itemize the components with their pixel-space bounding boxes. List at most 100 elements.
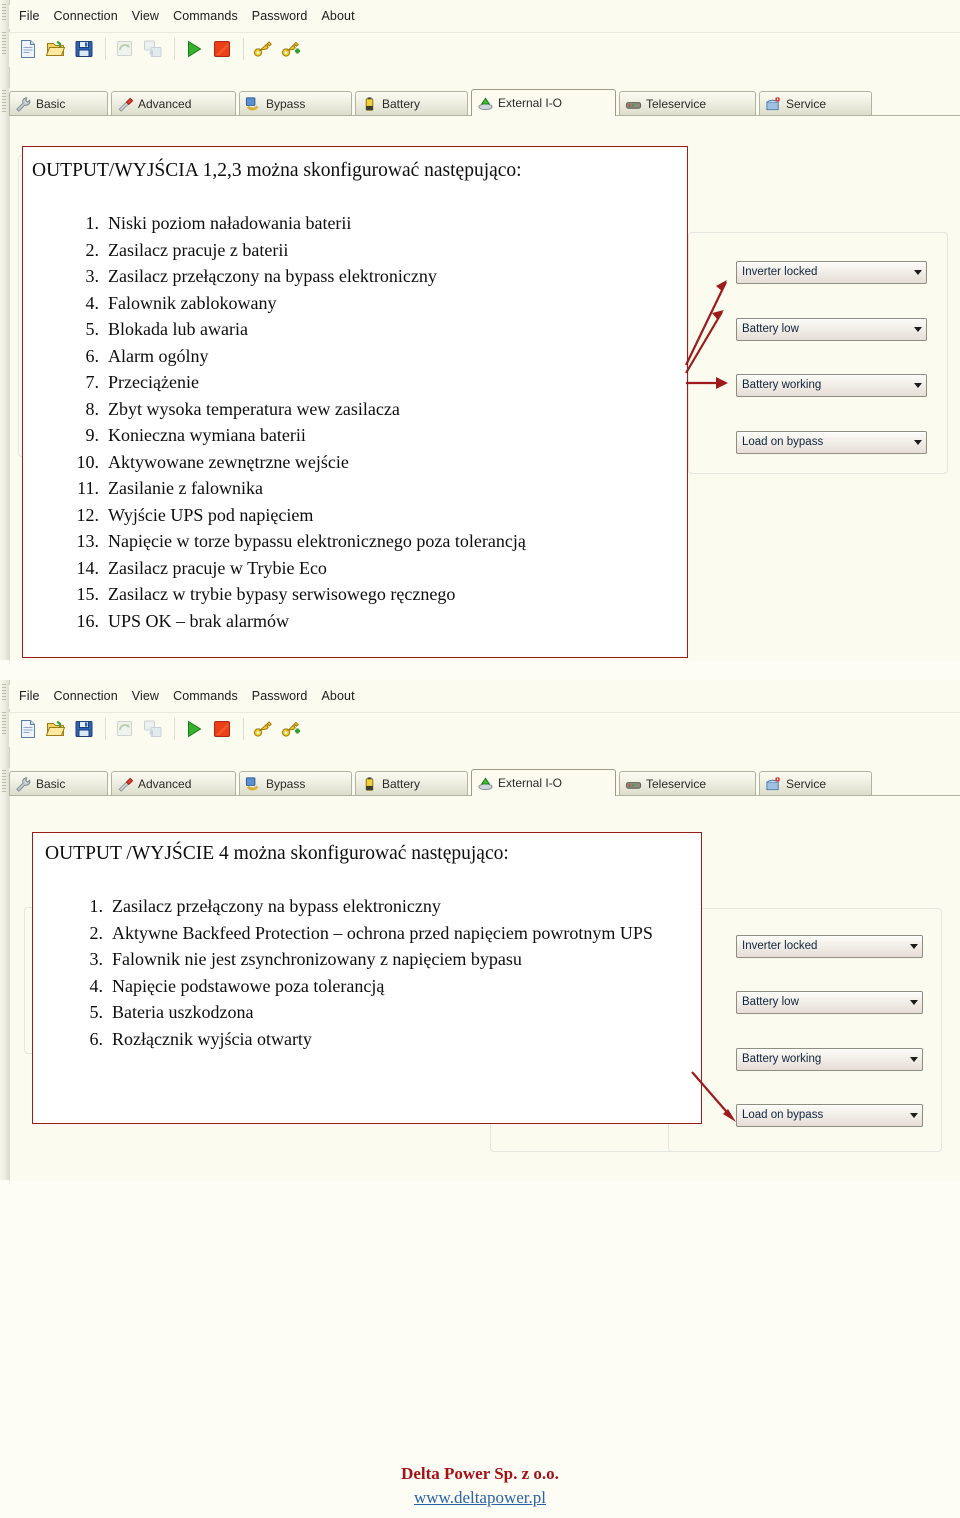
list-text: Zasilacz pracuje w Trybie Eco [108, 557, 327, 578]
toolbar-grip[interactable] [2, 712, 6, 734]
list-text: Rozłącznik wyjścia otwarty [112, 1028, 312, 1049]
tab-bypass[interactable]: Bypass [239, 91, 352, 116]
open-folder-icon [46, 40, 66, 56]
open-folder-button[interactable] [43, 716, 69, 742]
chevron-down-icon[interactable] [914, 440, 922, 445]
stop-button[interactable] [209, 716, 235, 742]
tab-basic[interactable]: Basic [9, 91, 108, 116]
save-disk-icon [75, 721, 93, 737]
output3-combo[interactable]: Battery working [736, 1048, 923, 1071]
output4-combo-value: Load on bypass [742, 436, 824, 448]
list-text: Zbyt wysoka temperatura wew zasilacza [108, 398, 400, 419]
output3-combo[interactable]: Battery working [736, 374, 927, 397]
list-number: 12. [76, 504, 100, 525]
chevron-down-icon[interactable] [910, 1113, 918, 1118]
chevron-down-icon[interactable] [910, 1057, 918, 1062]
save-button[interactable] [71, 36, 97, 62]
menu-item-about[interactable]: About [314, 685, 361, 707]
open-folder-button[interactable] [43, 36, 69, 62]
output1-combo[interactable]: Inverter locked [736, 935, 923, 958]
list-text: Zasilanie z falownika [108, 478, 263, 498]
password-key-button[interactable] [250, 36, 276, 62]
password-key-button[interactable] [250, 716, 276, 742]
tab-external-io[interactable]: External I-O [471, 769, 616, 796]
stop-icon [214, 41, 230, 57]
stop-button[interactable] [209, 36, 235, 62]
menu-item-password[interactable]: Password [245, 685, 315, 707]
menu-item-view[interactable]: View [125, 5, 166, 27]
start-button[interactable] [181, 36, 207, 62]
key-add-icon [281, 41, 300, 57]
chevron-down-icon[interactable] [914, 383, 922, 388]
menubar-grip[interactable] [2, 684, 6, 700]
list-text: Falownik zablokowany [108, 292, 277, 313]
chevron-down-icon[interactable] [910, 944, 918, 949]
list-text: Aktywne Backfeed Protection – ochrona pr… [112, 922, 653, 943]
list-item: 4. Falownik zablokowany [68, 290, 526, 317]
section2-list: 1. Zasilacz przełączony na bypass elektro… [72, 893, 672, 1052]
menu-item-file[interactable]: File [12, 685, 47, 707]
output2-combo[interactable]: Battery low [736, 318, 927, 341]
new-document-button[interactable] [15, 36, 41, 62]
tab-external-io[interactable]: External I-O [471, 89, 616, 116]
tab-teleservice[interactable]: Teleservice [619, 771, 756, 796]
tab-teleservice[interactable]: Teleservice [619, 91, 756, 116]
list-item: 13. Napięcie w torze bypassu elektroniczn… [68, 528, 526, 555]
tab-service[interactable]: Service [759, 771, 872, 796]
tab-advanced[interactable]: Advanced [111, 771, 236, 796]
transfer-disabled-icon [144, 40, 162, 57]
tabstrip: Basic Advanced Bypass Battery External I… [9, 88, 960, 116]
list-number: 6. [89, 1028, 104, 1049]
output1-combo[interactable]: Inverter locked [736, 261, 927, 284]
list-item: 8. Zbyt wysoka temperatura wew zasilacza [68, 396, 526, 423]
list-text: Wyjście UPS pod napięciem [108, 504, 314, 525]
chevron-down-icon[interactable] [914, 327, 922, 332]
chevron-down-icon[interactable] [914, 270, 922, 275]
section1-list: 1. Niski poziom naładowania baterii 2. Zas… [68, 210, 526, 634]
start-button[interactable] [181, 716, 207, 742]
list-item: 9. Konieczna wymiana baterii [68, 422, 526, 449]
menu-item-connection[interactable]: Connection [47, 685, 125, 707]
list-text: Konieczna wymiana baterii [108, 425, 306, 445]
menu-item-password[interactable]: Password [245, 5, 315, 27]
battery-icon [365, 777, 374, 791]
tab-battery[interactable]: Battery [355, 91, 468, 116]
tab-battery[interactable]: Battery [355, 771, 468, 796]
output4-combo[interactable]: Load on bypass [736, 431, 927, 454]
list-text: Zasilacz przełączony na bypass elektroni… [108, 266, 437, 286]
output2-combo[interactable]: Battery low [736, 991, 923, 1014]
list-item: 4. Napięcie podstawowe poza tolerancją [72, 973, 672, 1000]
tabstrip-grip[interactable] [2, 770, 6, 792]
list-text: Bateria uszkodzona [112, 1002, 254, 1022]
toolbar-separator [243, 718, 244, 740]
toolbar-grip[interactable] [2, 32, 6, 54]
menu-item-commands[interactable]: Commands [166, 685, 245, 707]
add-key-button[interactable] [278, 716, 304, 742]
list-number: 9. [85, 425, 100, 445]
menu-item-commands[interactable]: Commands [166, 5, 245, 27]
list-text: Aktywowane zewnętrzne wejście [108, 451, 349, 472]
list-number: 7. [85, 372, 100, 392]
tabstrip-grip[interactable] [2, 90, 6, 112]
play-icon [188, 40, 202, 58]
tab-advanced[interactable]: Advanced [111, 91, 236, 116]
list-item: 1. Zasilacz przełączony na bypass elektro… [72, 893, 672, 920]
menu-item-file[interactable]: File [12, 5, 47, 27]
save-button[interactable] [71, 716, 97, 742]
menu-item-connection[interactable]: Connection [47, 5, 125, 27]
new-document-button[interactable] [15, 716, 41, 742]
add-key-button[interactable] [278, 36, 304, 62]
output4-combo[interactable]: Load on bypass [736, 1104, 923, 1127]
tab-basic[interactable]: Basic [9, 771, 108, 796]
ups-app-window-1: File Connection View Commands Password A… [0, 0, 960, 661]
list-text: Zasilacz w trybie bypasy serwisowego ręc… [108, 584, 456, 604]
tab-label: Battery [382, 97, 421, 111]
tab-service[interactable]: Service [759, 91, 872, 116]
menu-item-about[interactable]: About [314, 5, 361, 27]
footer-link[interactable]: www.deltapower.pl [0, 1488, 960, 1508]
chevron-down-icon[interactable] [910, 1000, 918, 1005]
tab-label: Battery [382, 777, 421, 791]
menubar-grip[interactable] [2, 4, 6, 20]
menu-item-view[interactable]: View [125, 685, 166, 707]
tab-bypass[interactable]: Bypass [239, 771, 352, 796]
